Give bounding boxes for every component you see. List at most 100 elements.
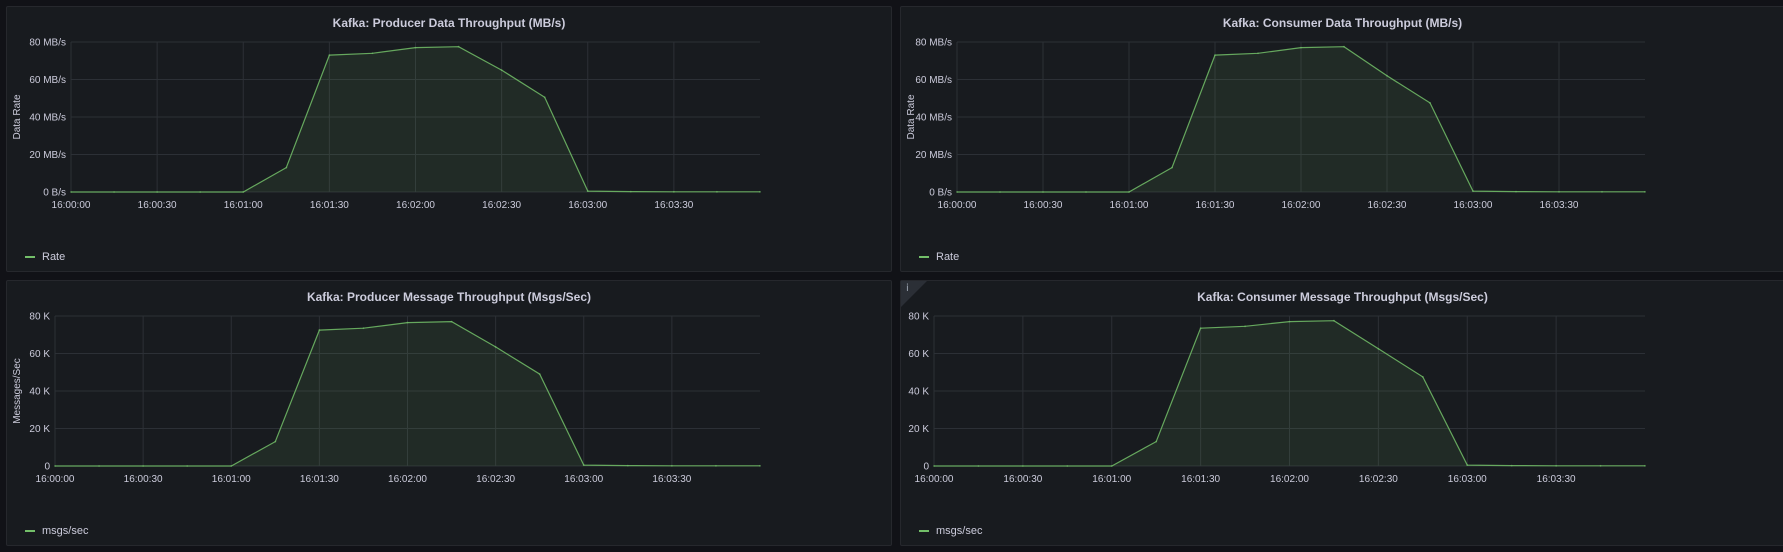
data-point bbox=[156, 191, 159, 193]
legend[interactable]: msgs/sec bbox=[25, 525, 88, 537]
y-tick-label: 0 B/s bbox=[43, 188, 66, 199]
data-point bbox=[406, 321, 409, 324]
legend-swatch bbox=[25, 530, 35, 532]
data-point bbox=[1171, 166, 1173, 169]
data-point bbox=[1128, 191, 1130, 193]
y-tick-label: 0 bbox=[923, 462, 929, 473]
legend-label-msgs-sec[interactable]: msgs/sec bbox=[936, 525, 982, 537]
data-point bbox=[1199, 327, 1202, 330]
data-point bbox=[1343, 45, 1345, 48]
data-point bbox=[1466, 464, 1469, 466]
x-tick-label: 16:03:30 bbox=[652, 474, 691, 485]
data-point bbox=[98, 465, 100, 467]
legend[interactable]: Rate bbox=[919, 251, 959, 263]
legend-swatch bbox=[919, 256, 929, 258]
legend[interactable]: Rate bbox=[25, 251, 65, 263]
y-tick-label: 60 MB/s bbox=[915, 75, 952, 86]
legend[interactable]: msgs/sec bbox=[919, 525, 982, 537]
x-tick-label: 16:03:30 bbox=[654, 200, 693, 211]
data-point bbox=[457, 45, 460, 48]
data-point bbox=[1644, 464, 1646, 467]
data-point bbox=[1257, 52, 1259, 55]
data-point bbox=[1155, 440, 1158, 443]
x-tick-label: 16:00:00 bbox=[36, 474, 75, 485]
data-point bbox=[1333, 319, 1335, 322]
legend-label-rate[interactable]: Rate bbox=[42, 251, 65, 263]
x-tick-label: 16:03:00 bbox=[1448, 474, 1487, 485]
x-tick-label: 16:03:00 bbox=[1454, 200, 1493, 211]
y-tick-label: 60 MB/s bbox=[29, 75, 66, 86]
series-area bbox=[71, 46, 760, 193]
x-tick-label: 16:00:30 bbox=[138, 200, 177, 211]
data-point bbox=[414, 46, 417, 49]
dashboard: Kafka: Producer Data Throughput (MB/s) 0… bbox=[0, 0, 1783, 552]
data-point bbox=[933, 465, 935, 467]
data-point bbox=[1599, 464, 1602, 467]
data-point bbox=[70, 191, 72, 193]
x-tick-label: 16:00:30 bbox=[1024, 200, 1063, 211]
data-point bbox=[230, 465, 233, 467]
data-point bbox=[759, 464, 761, 467]
series-area bbox=[957, 46, 1645, 193]
x-tick-label: 16:01:30 bbox=[300, 474, 339, 485]
x-tick-label: 16:02:30 bbox=[1359, 474, 1398, 485]
data-point bbox=[142, 465, 145, 467]
legend-swatch bbox=[25, 256, 35, 258]
panel-consumer-message-throughput[interactable]: i Kafka: Consumer Message Throughput (Ms… bbox=[900, 280, 1783, 546]
data-point bbox=[672, 190, 675, 193]
data-point bbox=[328, 54, 331, 57]
data-point bbox=[1214, 54, 1216, 57]
data-point bbox=[1066, 465, 1069, 467]
data-point bbox=[586, 190, 589, 192]
x-tick-label: 16:02:00 bbox=[1282, 200, 1321, 211]
legend-swatch bbox=[919, 530, 929, 532]
panel-producer-message-throughput[interactable]: Kafka: Producer Message Throughput (Msgs… bbox=[6, 280, 892, 546]
y-tick-label: 80 K bbox=[29, 312, 50, 323]
y-tick-label: 40 K bbox=[29, 387, 50, 398]
data-point bbox=[199, 191, 202, 193]
x-tick-label: 16:00:30 bbox=[124, 474, 163, 485]
legend-label-msgs-sec[interactable]: msgs/sec bbox=[42, 525, 88, 537]
x-tick-label: 16:03:30 bbox=[1540, 200, 1579, 211]
x-tick-label: 16:03:00 bbox=[564, 474, 603, 485]
data-point bbox=[999, 191, 1001, 193]
data-point bbox=[1472, 190, 1474, 192]
panel-consumer-data-throughput[interactable]: Kafka: Consumer Data Throughput (MB/s) 0… bbox=[900, 6, 1783, 272]
data-point bbox=[186, 465, 189, 467]
data-point bbox=[1515, 190, 1517, 193]
data-point bbox=[715, 464, 717, 467]
chart-producer-message-throughput: 0 20 K 40 K 60 K 80 K 16:00:00 16:00:30 16:01:0… bbox=[12, 312, 761, 485]
x-tick-label: 16:03:00 bbox=[568, 200, 607, 211]
data-point bbox=[977, 465, 980, 467]
x-tick-label: 16:01:00 bbox=[212, 474, 251, 485]
data-point bbox=[1377, 347, 1380, 350]
data-point bbox=[450, 320, 453, 323]
data-point bbox=[494, 346, 497, 348]
data-point bbox=[538, 373, 541, 376]
data-point bbox=[1386, 74, 1388, 77]
data-point bbox=[1421, 376, 1424, 378]
data-point bbox=[1644, 190, 1646, 193]
data-point bbox=[1555, 464, 1558, 467]
y-tick-label: 0 B/s bbox=[929, 188, 952, 199]
y-tick-label: 20 MB/s bbox=[29, 150, 66, 161]
chart-consumer-data-throughput: 0 B/s 20 MB/s 40 MB/s 60 MB/s 80 MB/s 16:00:0… bbox=[906, 38, 1646, 211]
legend-label-rate[interactable]: Rate bbox=[936, 251, 959, 263]
x-tick-label: 16:01:30 bbox=[1181, 474, 1220, 485]
data-point bbox=[285, 166, 288, 169]
y-tick-label: 80 MB/s bbox=[915, 38, 952, 49]
y-tick-label: 40 K bbox=[908, 387, 929, 398]
x-tick-label: 16:01:00 bbox=[1092, 474, 1131, 485]
y-axis-label: Messages/Sec bbox=[12, 358, 23, 424]
y-tick-label: 20 K bbox=[908, 424, 929, 435]
data-point bbox=[759, 190, 761, 193]
data-point bbox=[371, 52, 374, 55]
x-tick-label: 16:02:30 bbox=[482, 200, 521, 211]
data-point bbox=[1042, 191, 1044, 193]
data-point bbox=[1558, 190, 1560, 193]
data-point bbox=[1510, 464, 1513, 467]
data-point bbox=[500, 69, 503, 72]
data-point bbox=[1021, 465, 1024, 467]
panel-producer-data-throughput[interactable]: Kafka: Producer Data Throughput (MB/s) 0… bbox=[6, 6, 892, 272]
data-point bbox=[113, 191, 115, 193]
